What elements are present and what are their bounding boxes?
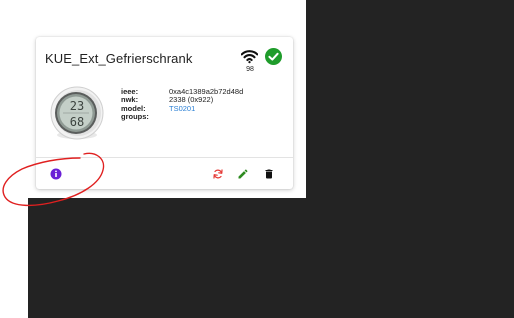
device-title: KUE_Ext_Gefrierschrank xyxy=(45,51,193,66)
device-display-bottom: 68 xyxy=(70,115,84,129)
status-ok-icon xyxy=(265,48,282,65)
annotation-circle xyxy=(2,152,105,207)
delete-icon[interactable] xyxy=(263,168,275,180)
wifi-signal-icon xyxy=(241,50,258,64)
reconfigure-icon[interactable] xyxy=(212,168,224,180)
model-link[interactable]: TS0201 xyxy=(169,104,195,113)
signal-strength: 98 xyxy=(246,66,254,73)
edit-icon[interactable] xyxy=(237,168,249,180)
device-image: 23 68 xyxy=(50,86,104,140)
dark-background-lower xyxy=(28,198,306,318)
info-label-groups: groups: xyxy=(121,112,149,122)
device-display-top: 23 xyxy=(70,99,84,113)
dark-background xyxy=(306,0,514,318)
